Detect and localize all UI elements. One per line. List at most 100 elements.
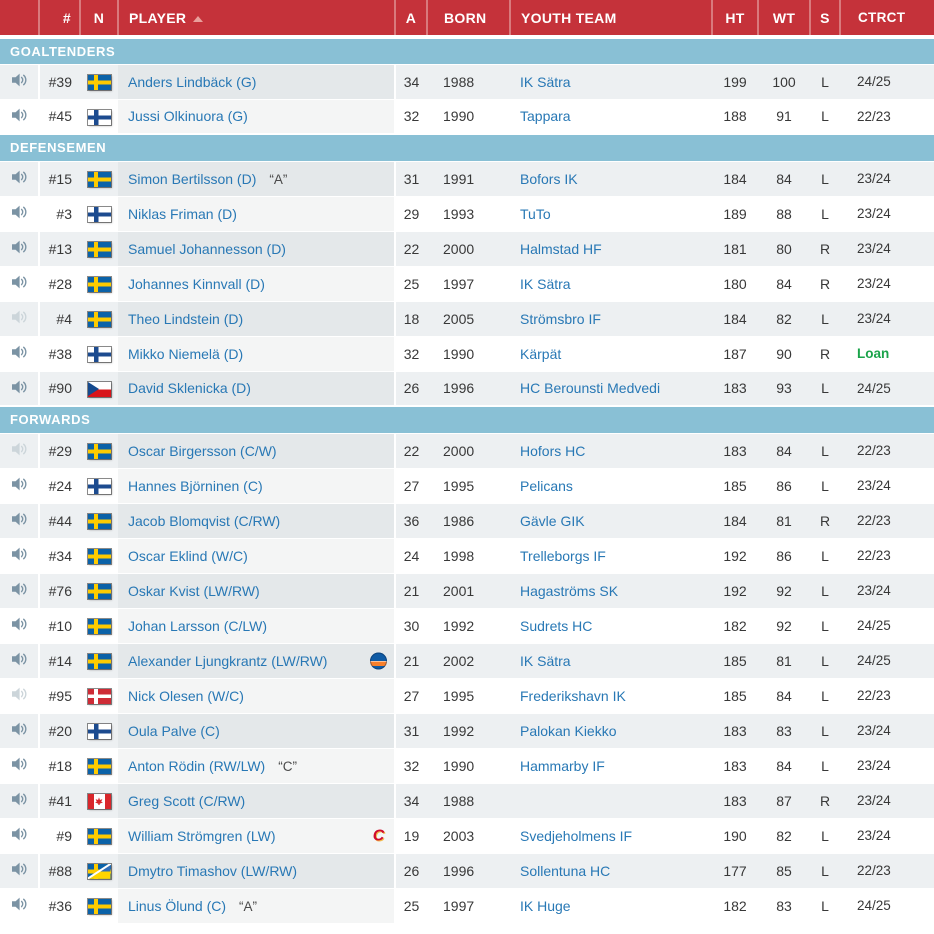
contract-cell: 22/23	[840, 99, 934, 134]
speaker-icon[interactable]	[11, 476, 28, 492]
column-header-age[interactable]: A	[395, 0, 427, 37]
contract-cell: 23/24	[840, 231, 934, 266]
age-cell: 18	[395, 301, 427, 336]
youth-team-link[interactable]: Frederikshavn IK	[520, 688, 626, 704]
youth-team-link[interactable]: Sollentuna HC	[520, 863, 610, 879]
player-link[interactable]: Anton Rödin (RW/LW)	[128, 758, 265, 774]
player-link[interactable]: Dmytro Timashov (LW/RW)	[128, 863, 297, 879]
speaker-icon[interactable]	[11, 896, 28, 912]
weight-cell: 82	[758, 818, 810, 853]
player-link[interactable]: Theo Lindstein (D)	[128, 311, 243, 327]
speaker-icon[interactable]	[11, 581, 28, 597]
player-link[interactable]: William Strömgren (LW)	[128, 828, 276, 844]
youth-team-link[interactable]: IK Sätra	[520, 74, 571, 90]
player-link[interactable]: Greg Scott (C/RW)	[128, 793, 245, 809]
player-link[interactable]: Linus Ölund (C)	[128, 898, 226, 914]
speaker-icon[interactable]	[11, 107, 28, 123]
player-link[interactable]: Johannes Kinnvall (D)	[128, 276, 265, 292]
speaker-icon[interactable]	[11, 169, 28, 185]
speaker-icon[interactable]	[11, 756, 28, 772]
youth-team-link[interactable]: Pelicans	[520, 478, 573, 494]
youth-team-link[interactable]: Gävle GIK	[520, 513, 585, 529]
youth-team-link[interactable]: Hofors HC	[520, 443, 585, 459]
column-header-youth-team[interactable]: YOUTH TEAM	[510, 0, 712, 37]
age-cell: 32	[395, 748, 427, 783]
player-link[interactable]: David Sklenicka (D)	[128, 380, 251, 396]
born-cell: 1995	[427, 468, 510, 503]
player-link[interactable]: Oula Palve (C)	[128, 723, 220, 739]
youth-team-link[interactable]: IK Sätra	[520, 276, 571, 292]
speaker-icon[interactable]	[11, 72, 28, 88]
speaker-icon[interactable]	[11, 441, 28, 457]
youth-team-link[interactable]: Strömsbro IF	[520, 311, 601, 327]
column-header-born[interactable]: BORN	[427, 0, 510, 37]
speaker-icon[interactable]	[11, 791, 28, 807]
speaker-icon[interactable]	[11, 721, 28, 737]
column-header-nationality[interactable]: N	[80, 0, 118, 37]
speaker-icon[interactable]	[11, 274, 28, 290]
youth-team-link[interactable]: Hagaströms SK	[520, 583, 618, 599]
youth-team-link[interactable]: Trelleborgs IF	[520, 548, 606, 564]
flag-canada-icon	[88, 794, 111, 809]
weight-cell: 84	[758, 748, 810, 783]
youth-team-link[interactable]: Svedjeholmens IF	[520, 828, 632, 844]
youth-team-link[interactable]: Bofors IK	[520, 171, 578, 187]
player-link[interactable]: Johan Larsson (C/LW)	[128, 618, 267, 634]
contract-cell: 24/25	[840, 371, 934, 406]
speaker-icon[interactable]	[11, 204, 28, 220]
calgary-flames-logo[interactable]: C	[370, 827, 387, 844]
player-link[interactable]: Jacob Blomqvist (C/RW)	[128, 513, 280, 529]
jersey-number: #9	[39, 818, 80, 853]
speaker-icon[interactable]	[11, 826, 28, 842]
audio-cell	[0, 468, 39, 503]
youth-team-link[interactable]: TuTo	[520, 206, 551, 222]
weight-cell: 81	[758, 503, 810, 538]
audio-cell	[0, 64, 39, 99]
player-link[interactable]: Nick Olesen (W/C)	[128, 688, 244, 704]
player-link[interactable]: Niklas Friman (D)	[128, 206, 237, 222]
column-header-weight[interactable]: WT	[758, 0, 810, 37]
speaker-icon[interactable]	[11, 616, 28, 632]
nationality-cell	[80, 748, 118, 783]
player-link[interactable]: Jussi Olkinuora (G)	[128, 108, 248, 124]
shoots-cell: L	[810, 888, 840, 923]
player-link[interactable]: Alexander Ljungkrantz (LW/RW)	[128, 653, 327, 669]
speaker-icon[interactable]	[11, 344, 28, 360]
speaker-icon[interactable]	[11, 239, 28, 255]
speaker-icon[interactable]	[11, 651, 28, 667]
youth-team-link[interactable]: IK Sätra	[520, 653, 571, 669]
speaker-icon[interactable]	[11, 309, 28, 325]
youth-team-cell	[510, 783, 712, 818]
youth-team-link[interactable]: Hammarby IF	[520, 758, 605, 774]
column-header-player[interactable]: PLAYER	[118, 0, 395, 37]
column-label: WT	[773, 10, 795, 26]
column-header-contract[interactable]: CTRCT	[840, 0, 934, 37]
youth-team-link[interactable]: Kärpät	[520, 346, 561, 362]
column-header-height[interactable]: HT	[712, 0, 758, 37]
speaker-icon[interactable]	[11, 686, 28, 702]
age-cell: 21	[395, 573, 427, 608]
player-link[interactable]: Hannes Björninen (C)	[128, 478, 263, 494]
youth-team-link[interactable]: Tappara	[520, 108, 571, 124]
player-link[interactable]: Samuel Johannesson (D)	[128, 241, 286, 257]
player-link[interactable]: Oscar Eklind (W/C)	[128, 548, 248, 564]
youth-team-link[interactable]: IK Huge	[520, 898, 571, 914]
player-link[interactable]: Anders Lindbäck (G)	[128, 74, 256, 90]
weight-cell: 87	[758, 783, 810, 818]
speaker-icon[interactable]	[11, 546, 28, 562]
player-link[interactable]: Oskar Kvist (LW/RW)	[128, 583, 260, 599]
youth-team-link[interactable]: Sudrets HC	[520, 618, 592, 634]
youth-team-link[interactable]: Palokan Kiekko	[520, 723, 617, 739]
speaker-icon[interactable]	[11, 861, 28, 877]
speaker-icon[interactable]	[11, 379, 28, 395]
ny-islanders-logo[interactable]	[370, 652, 387, 669]
audio-cell	[0, 503, 39, 538]
youth-team-link[interactable]: Halmstad HF	[520, 241, 602, 257]
column-header-shoots[interactable]: S	[810, 0, 840, 37]
speaker-icon[interactable]	[11, 511, 28, 527]
player-link[interactable]: Oscar Birgersson (C/W)	[128, 443, 277, 459]
youth-team-link[interactable]: HC Berounsti Medvedi	[520, 380, 660, 396]
player-link[interactable]: Mikko Niemelä (D)	[128, 346, 243, 362]
player-link[interactable]: Simon Bertilsson (D)	[128, 171, 256, 187]
column-header-number[interactable]: #	[39, 0, 80, 37]
